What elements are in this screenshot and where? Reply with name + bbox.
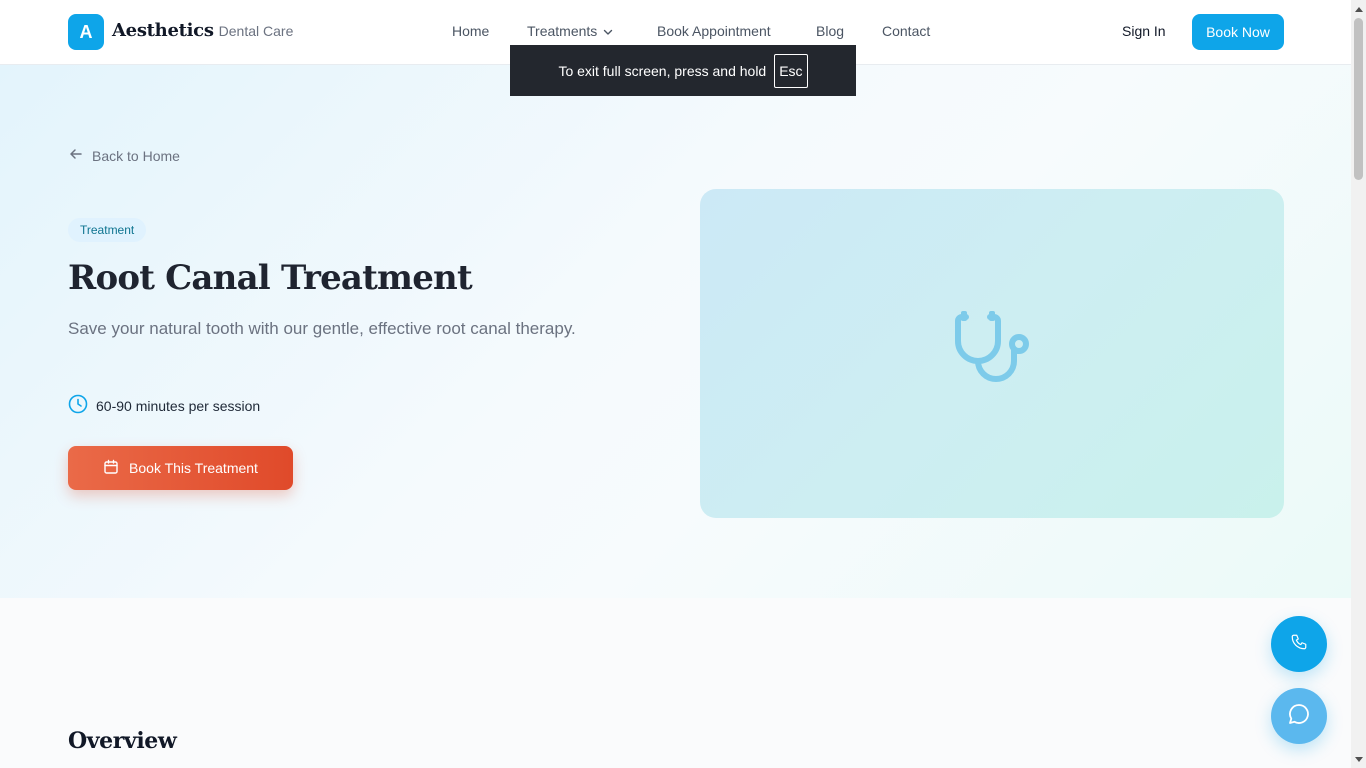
chat-button[interactable] (1271, 688, 1327, 744)
duration-info: 60-90 minutes per session (68, 394, 260, 417)
book-treatment-label: Book This Treatment (129, 460, 258, 476)
call-button[interactable] (1271, 616, 1327, 672)
fullscreen-exit-notice: To exit full screen, press and hold Esc (510, 45, 856, 96)
page-title: Root Canal Treatment (68, 258, 473, 298)
sign-in-link[interactable]: Sign In (1122, 23, 1166, 39)
chevron-down-icon (603, 24, 613, 40)
nav-book-appointment[interactable]: Book Appointment (657, 23, 771, 39)
scroll-up-arrow-icon[interactable] (1354, 4, 1363, 14)
phone-icon (1290, 633, 1308, 656)
arrow-left-icon (68, 146, 84, 165)
nav-contact[interactable]: Contact (882, 23, 930, 39)
treatment-badge: Treatment (68, 218, 147, 242)
back-link-label: Back to Home (92, 147, 180, 164)
overview-heading: Overview (68, 728, 177, 754)
nav-home[interactable]: Home (452, 23, 489, 39)
nav-treatments-label: Treatments (527, 23, 598, 39)
duration-text: 60-90 minutes per session (96, 397, 261, 414)
scroll-thumb[interactable] (1354, 18, 1363, 180)
page-subtitle: Save your natural tooth with our gentle,… (68, 319, 576, 338)
esc-key-hint: Esc (774, 53, 808, 88)
back-to-home-link[interactable]: Back to Home (68, 146, 180, 165)
stethoscope-icon (944, 303, 1040, 404)
scroll-down-arrow-icon[interactable] (1354, 755, 1363, 765)
chat-icon (1287, 702, 1311, 731)
fullscreen-notice-text: To exit full screen, press and hold (558, 62, 767, 79)
calendar-icon (103, 459, 119, 478)
treatment-image-card (700, 189, 1284, 518)
book-now-button[interactable]: Book Now (1192, 14, 1284, 50)
page-scrollbar[interactable] (1351, 0, 1366, 768)
clock-icon (68, 394, 88, 417)
nav-blog[interactable]: Blog (816, 23, 844, 39)
nav-treatments[interactable]: Treatments (527, 23, 613, 40)
hero-section: Back to Home Treatment Root Canal Treatm… (0, 65, 1351, 598)
book-treatment-button[interactable]: Book This Treatment (68, 446, 293, 490)
